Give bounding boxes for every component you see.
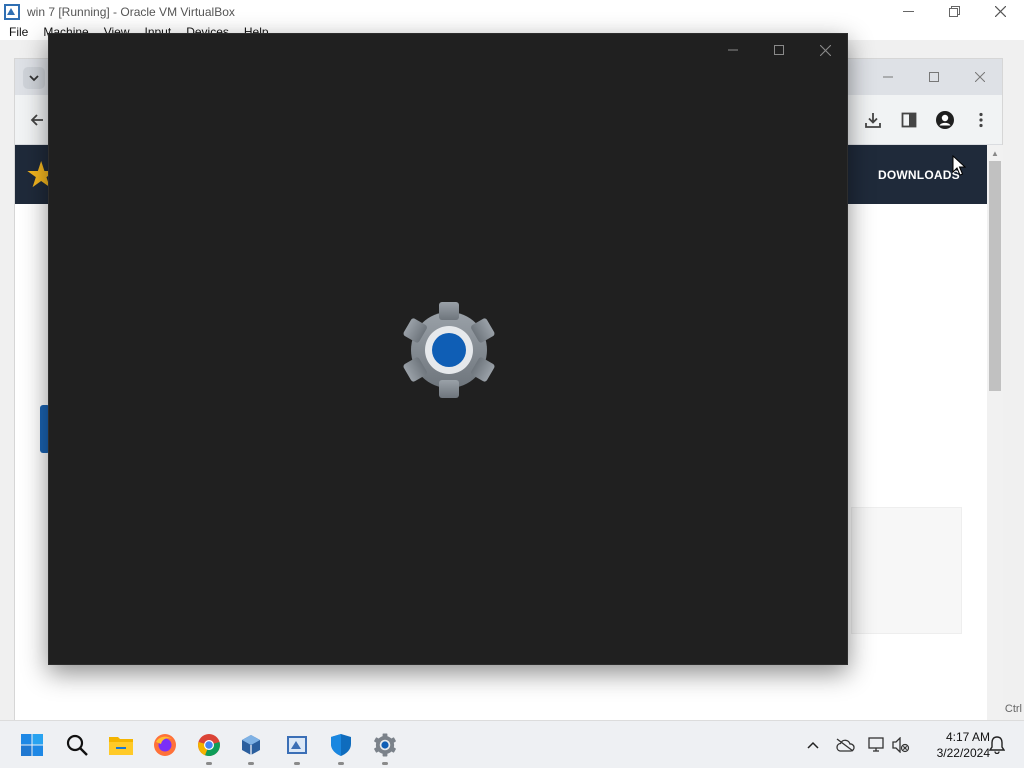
browser-maximize-button[interactable] bbox=[911, 67, 957, 87]
minimize-button[interactable] bbox=[885, 0, 931, 23]
profile-icon bbox=[936, 111, 954, 129]
clock[interactable]: 4:17 AM 3/22/2024 bbox=[918, 729, 990, 761]
show-hidden-icons-button[interactable] bbox=[802, 733, 824, 757]
firefox-icon bbox=[154, 734, 176, 756]
restore-icon bbox=[948, 6, 960, 17]
minimize-icon bbox=[902, 11, 914, 12]
running-indicator bbox=[248, 762, 254, 765]
side-panel-button[interactable] bbox=[897, 108, 921, 132]
running-indicator bbox=[206, 762, 212, 765]
settings-window bbox=[48, 33, 848, 665]
profile-button[interactable] bbox=[933, 108, 957, 132]
nav-link-downloads[interactable]: DOWNLOADS bbox=[878, 168, 960, 182]
firefox-button[interactable] bbox=[147, 727, 183, 763]
settings-gear-icon bbox=[403, 302, 495, 398]
scrollbar-thumb[interactable] bbox=[989, 161, 1001, 391]
file-explorer-icon bbox=[109, 737, 133, 755]
scroll-up-icon[interactable]: ▲ bbox=[991, 149, 999, 158]
search-button[interactable] bbox=[59, 727, 95, 763]
maximize-icon bbox=[929, 72, 939, 82]
minimize-icon bbox=[883, 76, 893, 78]
shield-icon bbox=[331, 734, 351, 756]
running-indicator bbox=[382, 762, 388, 765]
running-indicator bbox=[338, 762, 344, 765]
virtualbox-icon bbox=[242, 735, 260, 755]
virtualbox-icon bbox=[4, 3, 20, 20]
settings-close-button[interactable] bbox=[802, 38, 848, 62]
chevron-up-icon bbox=[807, 741, 819, 749]
start-button[interactable] bbox=[14, 727, 50, 763]
network-icon bbox=[868, 737, 884, 752]
settings-maximize-button[interactable] bbox=[756, 38, 802, 62]
cloud-offline-icon bbox=[836, 738, 855, 752]
chrome-button[interactable] bbox=[191, 727, 227, 765]
windows-start-icon bbox=[21, 734, 43, 756]
mouse-cursor-icon bbox=[952, 155, 966, 176]
close-icon bbox=[994, 6, 1006, 17]
clock-date: 3/22/2024 bbox=[936, 746, 990, 760]
running-indicator bbox=[294, 762, 300, 765]
taskbar: 4:17 AM 3/22/2024 bbox=[0, 720, 1024, 768]
settings-icon bbox=[374, 733, 396, 757]
notifications-button[interactable] bbox=[986, 733, 1008, 757]
file-explorer-button[interactable] bbox=[103, 727, 139, 763]
chevron-down-icon bbox=[29, 75, 39, 82]
settings-minimize-button[interactable] bbox=[710, 38, 756, 62]
virtualbox-taskbar-button[interactable] bbox=[233, 727, 269, 765]
side-panel-icon bbox=[901, 112, 917, 128]
settings-taskbar-button[interactable] bbox=[367, 727, 403, 765]
host-key-label: Ctrl bbox=[1004, 703, 1022, 715]
vm-taskbar-button[interactable] bbox=[279, 727, 315, 765]
minimize-icon bbox=[728, 49, 738, 51]
clock-time: 4:17 AM bbox=[945, 730, 990, 744]
restore-button[interactable] bbox=[931, 0, 977, 23]
page-scrollbar[interactable]: ▲ bbox=[987, 145, 1003, 721]
download-icon bbox=[865, 113, 881, 128]
browser-minimize-button[interactable] bbox=[865, 67, 911, 87]
defender-button[interactable] bbox=[323, 727, 359, 765]
tab-search-button[interactable] bbox=[23, 67, 45, 89]
menu-file[interactable]: File bbox=[9, 25, 28, 39]
arrow-left-icon bbox=[30, 114, 43, 126]
maximize-icon bbox=[774, 45, 784, 55]
page-card bbox=[851, 507, 962, 634]
volume-button[interactable] bbox=[890, 733, 912, 757]
browser-close-button[interactable] bbox=[957, 67, 1003, 87]
onedrive-button[interactable] bbox=[834, 733, 856, 757]
more-vertical-icon bbox=[979, 112, 983, 128]
downloads-button[interactable] bbox=[861, 108, 885, 132]
close-icon bbox=[975, 72, 985, 82]
chrome-icon bbox=[198, 734, 220, 757]
window-title: win 7 [Running] - Oracle VM VirtualBox bbox=[27, 4, 235, 19]
bell-icon bbox=[989, 736, 1005, 754]
network-button[interactable] bbox=[866, 733, 888, 757]
menu-button[interactable] bbox=[969, 108, 993, 132]
vm-icon bbox=[287, 736, 307, 754]
search-icon bbox=[66, 734, 88, 756]
back-button[interactable] bbox=[25, 108, 49, 132]
volume-muted-icon bbox=[892, 737, 910, 753]
vbox-title-bar: win 7 [Running] - Oracle VM VirtualBox bbox=[0, 0, 1024, 23]
close-button[interactable] bbox=[977, 0, 1023, 23]
close-icon bbox=[819, 44, 831, 56]
